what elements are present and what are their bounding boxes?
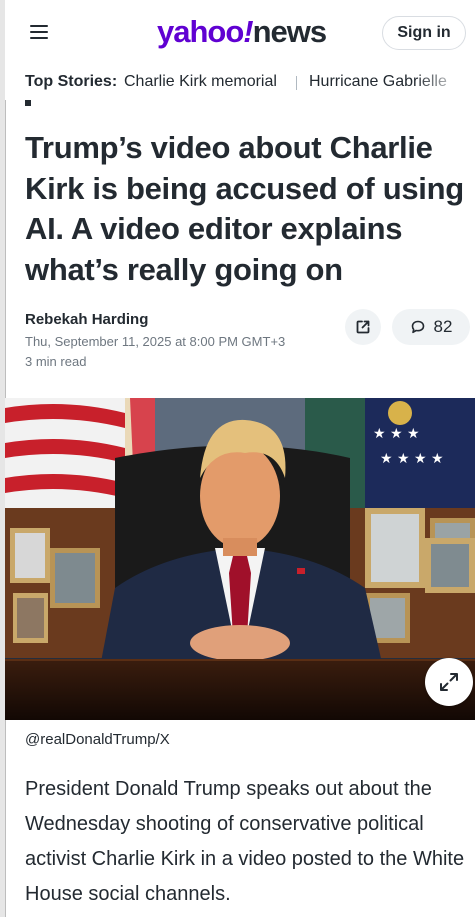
svg-text:★ ★ ★: ★ ★ ★: [373, 426, 420, 442]
expand-image-button[interactable]: [425, 658, 473, 706]
top-stories-bar: Top Stories: Charlie Kirk memorial Hurri…: [5, 64, 475, 100]
svg-text:★ ★ ★ ★: ★ ★ ★ ★: [380, 451, 444, 467]
photo-credit: @realDonaldTrump/X: [25, 731, 170, 748]
publish-date: Thu, September 11, 2025 at 8:00 PM GMT+3: [25, 334, 286, 349]
fade-overlay: [415, 64, 475, 100]
logo-yahoo: yahoo: [157, 14, 244, 49]
read-time: 3 min read: [25, 354, 87, 369]
comment-count: 82: [433, 317, 453, 336]
site-header: yahoo!news Sign in: [5, 0, 475, 64]
article-photo[interactable]: ★ ★ ★ ★ ★ ★ ★: [5, 398, 475, 720]
expand-icon: [440, 673, 458, 691]
author-name[interactable]: Rebekah Harding: [25, 311, 148, 328]
share-button[interactable]: [345, 309, 381, 345]
top-stories-divider: [296, 76, 297, 90]
clipped-element: [25, 100, 31, 110]
comments-button[interactable]: 82: [392, 309, 470, 345]
comment-icon: [411, 320, 424, 334]
menu-icon[interactable]: [30, 25, 48, 39]
share-icon: [356, 320, 370, 334]
photo-illustration: ★ ★ ★ ★ ★ ★ ★: [5, 398, 475, 720]
logo-bang: !: [243, 14, 253, 49]
article-headline: Trump’s video about Charlie Kirk is bein…: [25, 130, 464, 287]
article-body-paragraph: President Donald Trump speaks out about …: [25, 778, 465, 905]
top-story-link[interactable]: Charlie Kirk memorial: [124, 73, 277, 91]
top-stories-label: Top Stories:: [25, 73, 118, 90]
sign-in-button[interactable]: Sign in: [382, 16, 466, 50]
yahoo-news-logo[interactable]: yahoo!news: [157, 14, 328, 50]
logo-news: news: [252, 14, 328, 49]
